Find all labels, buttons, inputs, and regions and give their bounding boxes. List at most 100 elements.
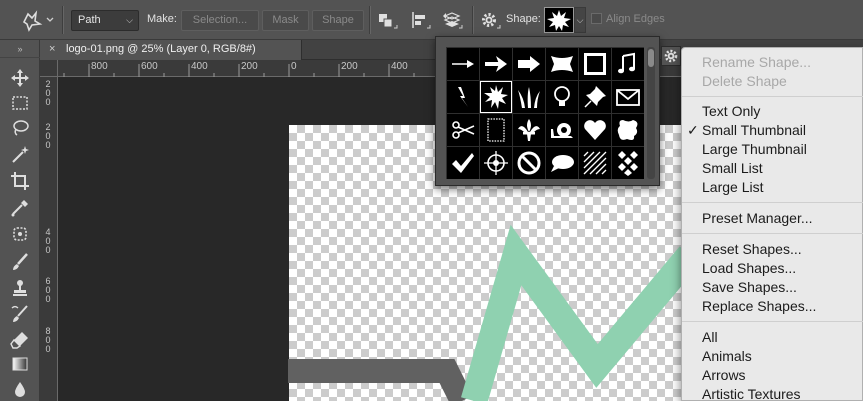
menu-item-animals[interactable]: Animals (682, 347, 863, 366)
ruler-label: 0 (45, 294, 51, 304)
shape-thumb-no-symbol[interactable] (513, 147, 545, 179)
ruler-label: 800 (91, 61, 108, 72)
divider (472, 6, 473, 34)
menu-item-all[interactable]: All (682, 328, 863, 347)
shape-thumb-scissors[interactable] (447, 114, 479, 146)
gradient-tool[interactable] (9, 353, 31, 375)
shape-thumb-lightbulb[interactable] (546, 81, 578, 113)
shape-thumb-blob[interactable] (612, 114, 644, 146)
make-selection-button[interactable]: Selection... (181, 10, 259, 31)
align-edges-checkbox[interactable] (591, 13, 602, 24)
shape-picker-scrollbar[interactable] (647, 47, 655, 179)
path-arrangement-button[interactable] (439, 8, 465, 32)
history-brush-tool[interactable] (9, 303, 31, 325)
shape-thumb-envelope[interactable] (612, 81, 644, 113)
shape-thumb-heart[interactable] (579, 114, 611, 146)
checkmark-icon: ✓ (687, 122, 699, 138)
pushpin-icon (584, 86, 606, 108)
lasso-tool[interactable] (9, 117, 31, 139)
lasso-icon (13, 120, 29, 136)
path-alignment-button[interactable] (407, 8, 433, 32)
menu-item-small-list[interactable]: Small List (682, 159, 863, 178)
menu-item-label: All (702, 329, 718, 345)
document-tab[interactable]: × logo-01.png @ 25% (Layer 0, RGB/8#) (40, 40, 302, 60)
ruler-label: 400 (191, 61, 208, 72)
menu-item-delete-shape[interactable]: Delete Shape (682, 72, 863, 91)
shape-thumb-snail[interactable] (546, 114, 578, 146)
current-shape-swatch[interactable] (544, 7, 574, 33)
eraser-tool[interactable] (9, 329, 31, 351)
make-shape-button[interactable]: Shape (312, 10, 364, 31)
shape-thumb-crosshair[interactable] (480, 147, 512, 179)
shape-thumb-arrow-block[interactable] (513, 48, 545, 80)
clone-stamp-tool[interactable] (9, 277, 31, 299)
shape-thumb-checkerboard[interactable] (612, 147, 644, 179)
menu-item-replace-shapes[interactable]: Replace Shapes... (682, 297, 863, 316)
menu-item-label: Artistic Textures (702, 386, 801, 401)
fleur-de-lis-icon (518, 119, 540, 141)
shape-thumb-frame-rough[interactable] (579, 48, 611, 80)
shape-thumb-checkmark[interactable] (447, 147, 479, 179)
geometry-options-button[interactable] (477, 8, 503, 32)
shape-thumb-stamp-frame[interactable] (480, 114, 512, 146)
path-operations-button[interactable] (374, 8, 400, 32)
blur-tool[interactable] (9, 378, 31, 400)
shape-thumb-starburst[interactable] (480, 81, 512, 113)
move-tool[interactable] (9, 67, 31, 89)
shape-thumb-arrow-bold[interactable] (480, 48, 512, 80)
make-mask-button[interactable]: Mask (262, 10, 309, 31)
shape-thumb-arrow-thin[interactable] (447, 48, 479, 80)
menu-item-label: Rename Shape... (702, 54, 811, 70)
menu-item-save-shapes[interactable]: Save Shapes... (682, 278, 863, 297)
menu-item-label: Delete Shape (702, 73, 787, 89)
shape-thumb-speech-bubble[interactable] (546, 147, 578, 179)
ruler-label: 200 (241, 61, 258, 72)
menu-item-large-list[interactable]: Large List (682, 178, 863, 197)
marquee-tool[interactable] (9, 92, 31, 114)
checkmark-icon (452, 153, 474, 173)
banner-icon (551, 56, 573, 72)
menu-item-text-only[interactable]: Text Only (682, 102, 863, 121)
close-tab-icon[interactable]: × (49, 43, 55, 55)
healing-brush-tool[interactable] (9, 223, 31, 245)
brush-icon (13, 253, 28, 270)
shape-thumb-lightning[interactable] (447, 81, 479, 113)
shape-thumb-banner[interactable] (546, 48, 578, 80)
eyedropper-tool[interactable] (9, 197, 31, 219)
menu-item-arrows[interactable]: Arrows (682, 366, 863, 385)
tool-preset-picker[interactable] (18, 8, 58, 32)
menu-item-large-thumbnail[interactable]: Large Thumbnail (682, 140, 863, 159)
magic-wand-tool[interactable] (9, 143, 31, 165)
options-bar: Path ⌵ Make: Selection... Mask Shape Sha… (0, 0, 863, 40)
document-title: logo-01.png @ 25% (Layer 0, RGB/8#) (66, 43, 256, 55)
tools-panel: » (0, 40, 40, 401)
brush-tool[interactable] (9, 251, 31, 273)
menu-item-rename-shape[interactable]: Rename Shape... (682, 53, 863, 72)
vertical-ruler[interactable]: 2 0 0 2 0 0 4 0 0 6 0 0 8 0 0 (40, 77, 58, 401)
crop-tool[interactable] (9, 170, 31, 192)
gradient-icon (12, 357, 28, 371)
menu-item-load-shapes[interactable]: Load Shapes... (682, 259, 863, 278)
menu-item-label: Small List (702, 160, 763, 176)
menu-item-reset-shapes[interactable]: Reset Shapes... (682, 240, 863, 259)
gear-icon (482, 13, 501, 29)
ruler-origin[interactable] (40, 60, 58, 77)
shape-picker-toggle[interactable]: ⌵ (574, 7, 586, 33)
collapse-toolbar-button[interactable]: » (0, 40, 40, 58)
tool-mode-select[interactable]: Path ⌵ (71, 10, 139, 31)
clone-stamp-icon (13, 280, 27, 296)
scrollbar-thumb[interactable] (648, 49, 654, 67)
menu-item-preset-manager[interactable]: Preset Manager... (682, 209, 863, 228)
shape-thumb-grass[interactable] (513, 81, 545, 113)
menu-item-artistic-textures[interactable]: Artistic Textures (682, 385, 863, 401)
shape-thumb-music-notes[interactable] (612, 48, 644, 80)
tool-mode-value: Path (78, 14, 101, 26)
shape-thumb-pushpin[interactable] (579, 81, 611, 113)
no-symbol-icon (517, 151, 541, 175)
shape-thumb-fleur-de-lis[interactable] (513, 114, 545, 146)
menu-divider (682, 96, 863, 97)
shape-label: Shape: (506, 13, 541, 25)
shape-thumb-diagonal-grid[interactable] (579, 147, 611, 179)
menu-item-small-thumbnail[interactable]: ✓ Small Thumbnail (682, 121, 863, 140)
shape-picker-settings-button[interactable] (661, 46, 681, 66)
